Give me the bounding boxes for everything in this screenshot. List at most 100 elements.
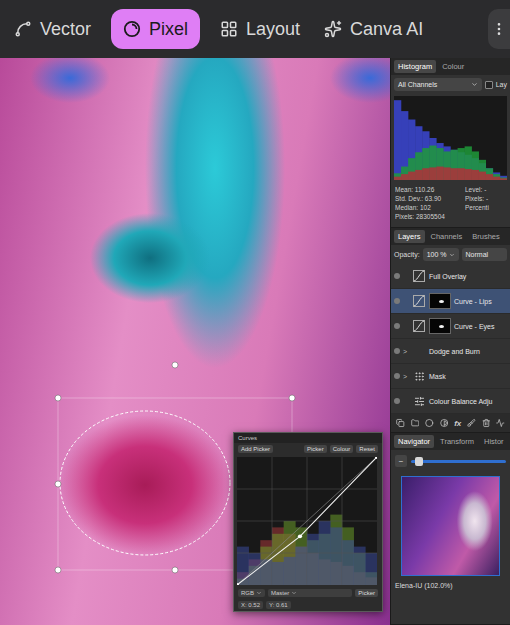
adjustment-icon[interactable] (440, 418, 449, 428)
picker-button[interactable]: Picker (355, 589, 378, 597)
layer-row[interactable]: >Dodge and Burn (391, 339, 510, 364)
copy-icon[interactable] (396, 418, 405, 428)
navigator-panel: NavigatorTransformHistor−Elena-IU (102.0… (391, 433, 510, 625)
visibility-toggle[interactable] (394, 273, 400, 279)
panel-tab[interactable]: Histor (480, 435, 508, 448)
visibility-toggle[interactable] (394, 348, 400, 354)
mode-select[interactable]: Master (268, 589, 352, 597)
navigator-thumbnail[interactable] (401, 476, 500, 576)
chevron-icon (291, 590, 297, 596)
dialog-button[interactable]: Colour (330, 445, 354, 453)
layer-kind (412, 319, 426, 333)
curve-line[interactable] (237, 457, 377, 585)
blue-bar (422, 131, 429, 180)
blue-bar (260, 559, 272, 585)
visibility-toggle[interactable] (394, 373, 400, 379)
channel-dropdown[interactable]: All Channels (394, 78, 482, 91)
curves-chart[interactable] (237, 457, 377, 585)
transform-handle[interactable] (55, 395, 61, 401)
transform-handle[interactable] (172, 567, 178, 573)
green-bar (500, 177, 507, 180)
photo-canvas[interactable]: CurvesAdd PickerPickerColourResetRGBMast… (0, 58, 390, 625)
layer-row[interactable]: Curve - Lips (391, 289, 510, 314)
layer-row[interactable]: Curve - Eyes (391, 314, 510, 339)
visibility-toggle[interactable] (394, 398, 400, 404)
layer-checkbox[interactable] (485, 81, 493, 89)
layer-kind (412, 344, 426, 358)
opacity-field[interactable]: 100 % (423, 248, 459, 261)
waveform-icon[interactable] (496, 418, 505, 428)
panel-tab[interactable]: Histogram (394, 60, 436, 73)
y-field[interactable]: Y: 0.61 (266, 601, 291, 609)
histogram-stats: Mean: 110.26Std. Dev.: 63.90Median: 102P… (391, 182, 510, 227)
x-field[interactable]: X: 0.52 (238, 601, 263, 609)
panel-tab[interactable]: Layers (394, 230, 425, 243)
mask-thumbnail (429, 318, 451, 334)
zoom-slider[interactable] (411, 460, 506, 463)
panel-tab[interactable]: Brushes (468, 230, 504, 243)
layer-row[interactable]: >Mask (391, 364, 510, 389)
balance-icon (414, 396, 425, 407)
curve-point[interactable] (375, 457, 377, 459)
layer-tools: fx (391, 414, 510, 432)
transform-handle[interactable] (55, 567, 61, 573)
layer-kind (412, 394, 426, 408)
panel-tab[interactable]: Channels (427, 230, 467, 243)
expander[interactable]: > (403, 373, 409, 380)
stat-text: Median: 102 (395, 203, 461, 212)
panel-tab[interactable]: Colour (438, 60, 468, 73)
panel-tab[interactable]: Navigator (394, 435, 434, 448)
dialog-button[interactable]: Picker (304, 445, 327, 453)
transform-handle[interactable] (289, 395, 295, 401)
grid-lines (237, 457, 377, 585)
mode-tab[interactable]: Canva AI (320, 9, 427, 49)
red-bar (408, 172, 415, 180)
dialog-button[interactable]: Add Picker (238, 445, 273, 453)
mode-tab-label: Vector (40, 19, 91, 40)
blue-bar (354, 547, 366, 585)
fx-button[interactable]: fx (454, 419, 461, 428)
curve-point[interactable] (237, 583, 239, 585)
curve-point[interactable] (298, 534, 302, 538)
blue-bar (284, 557, 296, 585)
mode-tab[interactable]: Layout (216, 9, 304, 49)
expander[interactable]: > (403, 348, 409, 355)
mode-tab[interactable]: Vector (10, 9, 95, 49)
zoom-out-button[interactable]: − (395, 455, 407, 467)
brush-icon[interactable] (467, 418, 476, 428)
chevron-icon (256, 590, 262, 596)
mode-tab[interactable]: Pixel (111, 9, 200, 49)
blend-mode-dropdown[interactable]: Normal (462, 248, 507, 261)
layer-kind (412, 269, 426, 283)
blue-bar (408, 120, 415, 180)
mask-icon[interactable] (425, 418, 434, 428)
histogram-panel: HistogramColourAll ChannelsLayMean: 110.… (391, 58, 510, 228)
blue-bar (394, 100, 401, 180)
green-bar (479, 160, 486, 180)
green-bar (451, 150, 458, 180)
trash-icon[interactable] (482, 418, 491, 428)
dialog-button[interactable]: Reset (356, 445, 378, 453)
dialog-footer: RGBMasterPicker (234, 587, 382, 599)
transform-handle[interactable] (55, 481, 61, 487)
lips-selection[interactable] (60, 411, 230, 555)
visibility-toggle[interactable] (394, 298, 400, 304)
blue-bar (307, 534, 319, 585)
visibility-toggle[interactable] (394, 323, 400, 329)
panel-tab[interactable]: Transform (436, 435, 478, 448)
blue-bar (295, 547, 307, 585)
curve-icon (413, 270, 425, 282)
layer-list: Full Overlay Curve - Lips Curve - Eyes>Dod… (391, 264, 510, 414)
zoom-knob[interactable] (415, 457, 423, 466)
blue-bar (342, 540, 354, 585)
layer-row[interactable]: Full Overlay (391, 264, 510, 289)
layer-name: Curve - Lips (454, 298, 492, 305)
transform-handle[interactable] (172, 362, 178, 368)
green-bar (436, 148, 443, 180)
folder-icon[interactable] (411, 418, 420, 428)
channel-select[interactable]: RGB (238, 589, 265, 597)
more-button[interactable] (488, 9, 510, 49)
layer-row[interactable]: Colour Balance Adju (391, 389, 510, 414)
green-bar (486, 168, 493, 180)
pixel-layer-icon (414, 371, 425, 382)
